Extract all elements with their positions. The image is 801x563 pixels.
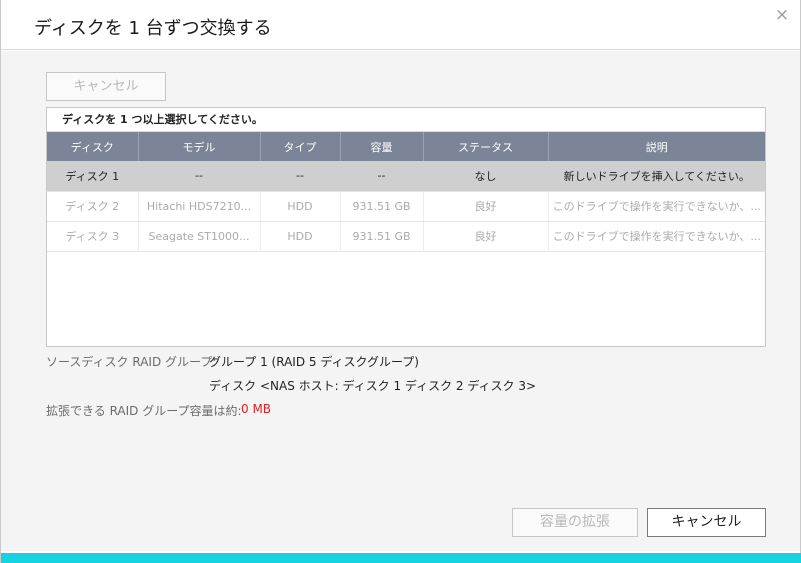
expand-capacity-button[interactable]: 容量の拡張 [512, 508, 638, 537]
cell-disk: ディスク 2 [47, 191, 139, 222]
column-header-description[interactable]: 説明 [548, 132, 765, 161]
cell-description: 新しいドライブを挿入してください。 [548, 161, 765, 192]
expandable-capacity-label: 拡張できる RAID グループ容量は約: [46, 404, 242, 418]
cell-capacity: 931.51 GB [340, 221, 424, 252]
cell-description: このドライブで操作を実行できないか、... [548, 221, 765, 252]
column-header-disk[interactable]: ディスク [47, 132, 139, 161]
source-raid-label: ソースディスク RAID グループ: [46, 355, 217, 369]
table-row[interactable]: ディスク 3 Seagate ST1000... HDD 931.51 GB 良… [47, 221, 765, 252]
column-header-capacity[interactable]: 容量 [340, 132, 424, 161]
cancel-button[interactable]: キャンセル [647, 508, 766, 537]
accent-bar [1, 553, 801, 563]
replace-disk-dialog: ディスクを 1 台ずつ交換する × キャンセル ディスクを 1 つ以上選択してく… [0, 0, 801, 563]
disk-selection-panel: ディスクを 1 つ以上選択してください。 ディスク モデル タイプ 容量 ステー… [46, 107, 766, 347]
column-header-model[interactable]: モデル [138, 132, 261, 161]
cell-capacity: 931.51 GB [340, 191, 424, 222]
cell-type: HDD [260, 191, 341, 222]
table-row[interactable]: ディスク 1 -- -- -- なし 新しいドライブを挿入してください。 [47, 161, 765, 192]
column-header-status[interactable]: ステータス [423, 132, 549, 161]
cell-status: なし [423, 161, 549, 192]
source-raid-value: グループ 1 (RAID 5 ディスクグループ) [209, 355, 419, 369]
expandable-capacity-value: 0 MB [241, 402, 272, 416]
dialog-title: ディスクを 1 台ずつ交換する [34, 18, 272, 39]
cell-description: このドライブで操作を実行できないか、... [548, 191, 765, 222]
cell-disk: ディスク 3 [47, 221, 139, 252]
cell-capacity: -- [340, 161, 424, 192]
top-cancel-button[interactable]: キャンセル [46, 72, 166, 101]
panel-heading: ディスクを 1 つ以上選択してください。 [47, 108, 765, 132]
dialog-titlebar: ディスクを 1 台ずつ交換する × [1, 0, 800, 50]
disk-table: ディスク モデル タイプ 容量 ステータス 説明 ディスク 1 -- -- -- [47, 132, 765, 252]
dialog-body: キャンセル ディスクを 1 つ以上選択してください。 ディスク モデル タイプ [1, 51, 800, 551]
table-header-row: ディスク モデル タイプ 容量 ステータス 説明 [47, 132, 765, 161]
cell-model: -- [138, 161, 261, 192]
cell-model: Seagate ST1000... [138, 221, 261, 252]
cell-status: 良好 [423, 221, 549, 252]
column-header-type[interactable]: タイプ [260, 132, 341, 161]
cell-model: Hitachi HDS7210... [138, 191, 261, 222]
cell-type: HDD [260, 221, 341, 252]
cell-type: -- [260, 161, 341, 192]
cell-disk: ディスク 1 [47, 161, 139, 192]
source-disks-value: ディスク <NAS ホスト: ディスク 1 ディスク 2 ディスク 3> [209, 379, 537, 393]
close-icon[interactable]: × [773, 6, 791, 24]
cell-status: 良好 [423, 191, 549, 222]
table-row[interactable]: ディスク 2 Hitachi HDS7210... HDD 931.51 GB … [47, 191, 765, 222]
